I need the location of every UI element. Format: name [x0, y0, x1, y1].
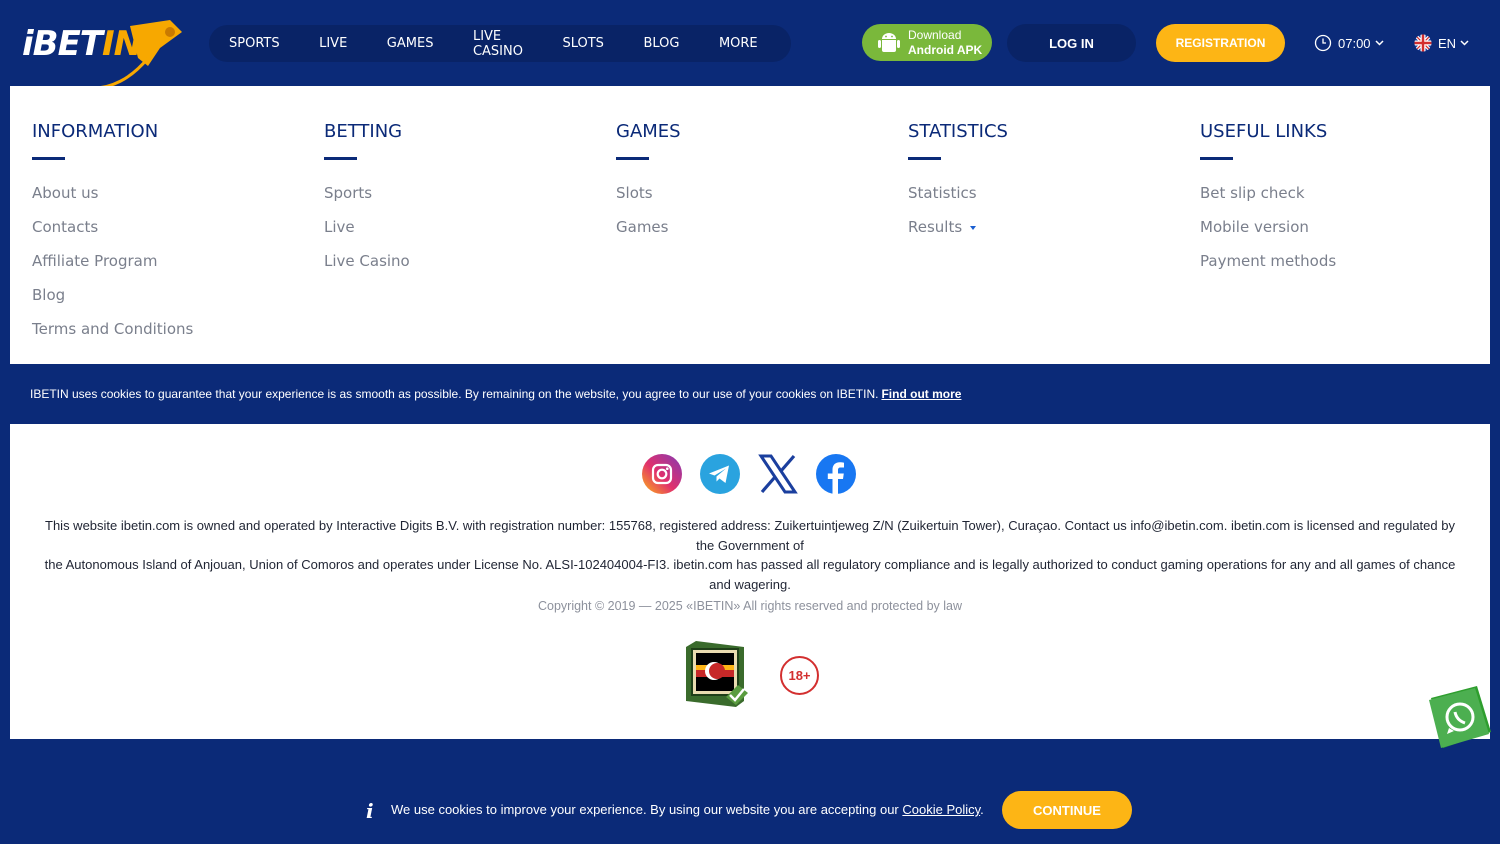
legal-text: This website ibetin.com is owned and ope…	[40, 516, 1460, 594]
find-out-more-link[interactable]: Find out more	[881, 387, 961, 401]
registration-button[interactable]: REGISTRATION	[1156, 24, 1285, 62]
column-betting: BETTING Sports Live Live Casino	[324, 121, 410, 286]
download-apk-button[interactable]: Download Android APK	[862, 24, 992, 61]
column-title: USEFUL LINKS	[1200, 121, 1328, 142]
nav-slots[interactable]: SLOTS	[562, 36, 603, 51]
legal-line-1: This website ibetin.com is owned and ope…	[45, 518, 1455, 553]
anjouan-license-icon[interactable]	[686, 641, 750, 709]
login-button[interactable]: LOG IN	[1007, 24, 1136, 62]
nav-live[interactable]: LIVE	[319, 36, 347, 51]
link-results: Results	[908, 218, 963, 236]
link-contacts[interactable]: Contacts	[32, 218, 193, 252]
link-sports[interactable]: Sports	[324, 184, 410, 218]
cookie-notice-strip: IBETIN uses cookies to guarantee that yo…	[0, 364, 1500, 424]
logo-main: iBET	[22, 24, 103, 64]
main-nav: SPORTS LIVE GAMES LIVE CASINO SLOTS BLOG…	[209, 25, 791, 62]
link-live[interactable]: Live	[324, 218, 410, 252]
nav-live-casino[interactable]: LIVE CASINO	[473, 29, 523, 59]
android-icon	[878, 32, 900, 52]
uk-flag-icon	[1414, 34, 1432, 52]
caret-down-icon	[970, 225, 977, 230]
link-about-us[interactable]: About us	[32, 184, 193, 218]
apk-line1: Download	[908, 27, 962, 42]
link-slots[interactable]: Slots	[616, 184, 681, 218]
nav-more[interactable]: MORE	[719, 36, 758, 51]
telegram-icon[interactable]	[700, 454, 740, 494]
cookie-policy-link[interactable]: Cookie Policy	[902, 802, 980, 817]
link-games[interactable]: Games	[616, 218, 681, 252]
title-underline	[324, 157, 357, 160]
link-statistics[interactable]: Statistics	[908, 184, 1008, 218]
ibetin-logo[interactable]: iBETIN	[20, 18, 190, 90]
facebook-icon[interactable]	[816, 454, 856, 494]
link-affiliate-program[interactable]: Affiliate Program	[32, 252, 193, 286]
legal-line-2: the Autonomous Island of Anjouan, Union …	[44, 557, 1456, 592]
instagram-icon[interactable]	[642, 454, 682, 494]
cookie-consent-text: We use cookies to improve your experienc…	[391, 802, 984, 817]
nav-blog[interactable]: BLOG	[643, 36, 679, 51]
column-useful-links: USEFUL LINKS Bet slip check Mobile versi…	[1200, 121, 1336, 286]
title-underline	[908, 157, 941, 160]
age-18-plus-badge: 18+	[780, 655, 819, 695]
column-statistics: STATISTICS Statistics Results	[908, 121, 1008, 252]
cookie-strip-text: IBETIN uses cookies to guarantee that yo…	[30, 387, 879, 401]
link-terms[interactable]: Terms and Conditions	[32, 320, 193, 354]
cookie-consent-message: We use cookies to improve your experienc…	[391, 802, 899, 817]
chevron-down-icon	[1375, 40, 1384, 46]
footer-links-panel: INFORMATION About us Contacts Affiliate …	[10, 86, 1490, 364]
column-title: INFORMATION	[32, 121, 159, 142]
time-selector[interactable]: 07:00	[1314, 34, 1384, 52]
copyright-text: Copyright © 2019 — 2025 «IBETIN» All rig…	[537, 599, 963, 613]
link-payment-methods[interactable]: Payment methods	[1200, 252, 1336, 286]
whatsapp-icon[interactable]	[1427, 686, 1493, 750]
link-mobile-version[interactable]: Mobile version	[1200, 218, 1336, 252]
time-value: 07:00	[1338, 35, 1371, 51]
chevron-down-icon	[1460, 40, 1469, 46]
license-badges: 18+	[686, 641, 819, 709]
column-title: BETTING	[324, 121, 403, 142]
footer-legal-panel: This website ibetin.com is owned and ope…	[10, 424, 1490, 739]
apk-line2: Android APK	[908, 42, 983, 57]
link-results-dropdown[interactable]: Results	[908, 218, 1008, 252]
title-underline	[32, 157, 65, 160]
language-value: EN	[1438, 35, 1457, 51]
nav-games[interactable]: GAMES	[387, 36, 434, 51]
nav-sports[interactable]: SPORTS	[229, 36, 280, 51]
link-blog[interactable]: Blog	[32, 286, 193, 320]
info-icon: i	[366, 799, 374, 823]
x-twitter-icon[interactable]	[758, 454, 798, 494]
link-live-casino[interactable]: Live Casino	[324, 252, 410, 286]
column-information: INFORMATION About us Contacts Affiliate …	[32, 121, 193, 354]
column-title: GAMES	[616, 121, 681, 142]
clock-icon	[1314, 34, 1332, 52]
continue-button[interactable]: CONTINUE	[1002, 791, 1132, 829]
column-games: GAMES Slots Games	[616, 121, 681, 252]
cookie-consent-bar: i We use cookies to improve your experie…	[0, 791, 1500, 829]
social-links	[642, 454, 874, 494]
column-title: STATISTICS	[908, 121, 1008, 142]
title-underline	[616, 157, 649, 160]
title-underline	[1200, 157, 1233, 160]
header: iBETIN SPORTS LIVE GAMES LIVE CASINO SLO…	[0, 0, 1500, 90]
cookie-consent-suffix: .	[980, 802, 984, 817]
link-bet-slip-check[interactable]: Bet slip check	[1200, 184, 1336, 218]
language-selector[interactable]: EN	[1414, 34, 1469, 52]
logo-accent: IN	[102, 24, 142, 64]
